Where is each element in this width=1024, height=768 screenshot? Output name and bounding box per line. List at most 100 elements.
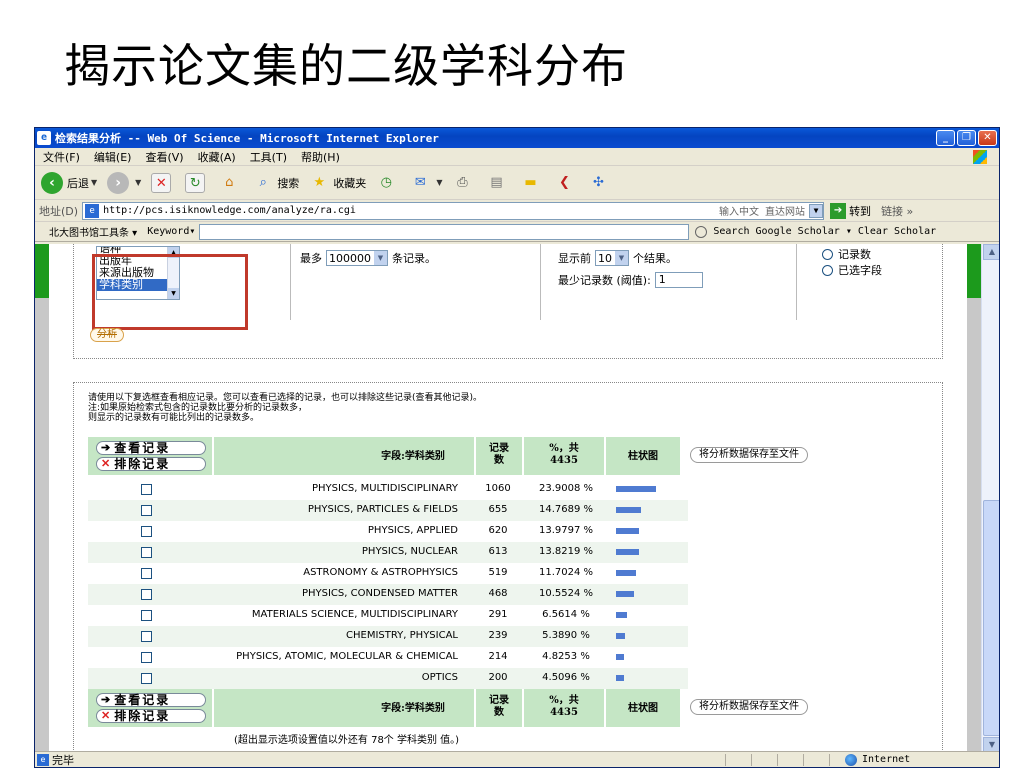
scroll-up-icon[interactable]: ▲ (983, 244, 999, 260)
highlight-box (92, 254, 248, 330)
row-checkbox[interactable] (141, 568, 152, 579)
slide-title: 揭示论文集的二级学科分布 (64, 39, 628, 93)
histogram-bar (616, 570, 636, 576)
row-checkbox[interactable] (141, 631, 152, 642)
exclude-records-button[interactable]: ✕ 排除记录 (96, 709, 206, 723)
menu-view[interactable]: 查看(V) (145, 149, 183, 165)
vertical-scrollbar[interactable]: ▲ ▼ (981, 244, 999, 753)
folder-button[interactable]: ▬ (520, 173, 544, 193)
row-checkbox[interactable] (141, 484, 152, 495)
save-analysis-button[interactable]: 将分析数据保存至文件 (690, 699, 808, 715)
printer-icon: ⎙ (457, 174, 468, 190)
field-column-header: 字段:学科类别 (381, 703, 445, 714)
pct-column-header: %，共 4435 (524, 695, 604, 719)
row-checkbox[interactable] (141, 505, 152, 516)
radio-selected-label: 已选字段 (838, 264, 882, 277)
pct-cell: 5.3890 % (542, 630, 590, 641)
show-top-select[interactable]: 10 ▼ (595, 250, 629, 266)
refresh-button[interactable]: ↻ (185, 172, 209, 193)
google-scholar-search[interactable]: Search Google Scholar ▾ Clear Scholar (695, 225, 937, 238)
count-cell: 655 (488, 504, 508, 515)
library-toolbar: 北大图书馆工具条 ▾ Keyword▾ Search Google Schola… (35, 222, 999, 242)
exclude-records-label: 排除记录 (114, 709, 171, 723)
row-checkbox[interactable] (141, 652, 152, 663)
links-button[interactable]: 链接 » (881, 203, 913, 219)
stop-button[interactable]: ✕ (151, 172, 175, 193)
menu-edit[interactable]: 编辑(E) (94, 149, 132, 165)
chevron-down-icon[interactable]: ▼ (809, 203, 824, 218)
menu-favorites[interactable]: 收藏(A) (198, 149, 236, 165)
back-button[interactable]: ‹ 后退 ▼ (41, 171, 98, 194)
address-input[interactable]: e http://pcs.isiknowledge.com/analyze/ra… (82, 201, 825, 220)
edit-button[interactable]: ▤ (486, 173, 510, 193)
address-label: 地址(D) (39, 204, 79, 218)
address-hint: 输入中文 直达网站 (719, 207, 806, 218)
minimize-button[interactable]: _ (936, 130, 955, 146)
count-header-line: 记录 (489, 695, 509, 706)
maximize-button[interactable]: ❐ (957, 130, 976, 146)
chevron-down-icon: ▼ (91, 178, 98, 187)
library-toolbar-label[interactable]: 北大图书馆工具条 ▾ (49, 224, 137, 239)
min-count-input[interactable]: 1 (654, 272, 703, 288)
count-cell: 214 (488, 651, 508, 662)
row-checkbox[interactable] (141, 589, 152, 600)
field-cell: OPTICS (421, 672, 458, 683)
row-checkbox[interactable] (141, 547, 152, 558)
overflow-note: (超出显示选项设置值以外还有 78个 学科类别 值。) (234, 735, 460, 746)
print-button[interactable]: ⎙ (452, 173, 476, 193)
tools-button[interactable]: ✣ (588, 173, 612, 193)
menu-tools[interactable]: 工具(T) (250, 149, 287, 165)
count-column-header: 记录 数 (476, 695, 522, 719)
menu-help[interactable]: 帮助(H) (301, 149, 340, 165)
home-button[interactable]: ⌂ (219, 173, 243, 193)
histogram-bar (616, 654, 624, 660)
pct-cell: 23.9008 % (538, 483, 594, 494)
save-analysis-button[interactable]: 将分析数据保存至文件 (690, 447, 808, 463)
radio-records[interactable]: 记录数 (822, 246, 871, 262)
table-footer-header: ➔ 查看记录 ✕ 排除记录 字段:学科类别 记录 数 %，共 4435 柱状图 … (88, 689, 868, 727)
count-cell: 1060 (485, 483, 511, 494)
chevron-down-icon: ▼ (436, 178, 443, 187)
show-suffix: 个结果。 (633, 252, 677, 265)
divider (725, 754, 726, 766)
radio-button[interactable] (822, 264, 833, 276)
row-checkbox[interactable] (141, 673, 152, 684)
radio-button[interactable] (822, 248, 833, 260)
analyze-button[interactable]: 分析 (90, 328, 124, 342)
forward-button[interactable]: › ▼ (107, 171, 142, 194)
favorites-button[interactable]: ★ 收藏夹 (309, 173, 366, 193)
view-records-button[interactable]: ➔ 查看记录 (96, 693, 206, 707)
messenger-button[interactable]: ❮ (554, 173, 578, 193)
count-cell: 620 (488, 525, 508, 536)
results-panel: 请使用以下复选框查看相应记录。您可以查看已选择的记录，也可以排除这些记录(查看其… (73, 382, 943, 753)
close-icon: ✕ (101, 709, 111, 722)
go-button[interactable]: ➔ 转到 (830, 202, 871, 219)
view-records-button[interactable]: ➔ 查看记录 (96, 441, 206, 455)
radio-selected-field[interactable]: 已选字段 (822, 262, 882, 278)
max-records-select[interactable]: 100000 ▼ (326, 250, 388, 266)
show-top-setting: 显示前 10 ▼ 个结果。 (558, 250, 677, 266)
search-button[interactable]: ⌕ 搜索 (253, 173, 300, 193)
table-row: PHYSICS, NUCLEAR 613 13.8219 % (88, 542, 688, 563)
search-icon (695, 225, 708, 238)
mail-button[interactable]: ✉ ▼ (410, 173, 443, 193)
keyword-label[interactable]: Keyword▾ (147, 226, 195, 237)
show-top-value: 10 (598, 251, 612, 265)
menu-file[interactable]: 文件(F) (43, 149, 80, 165)
count-cell: 468 (488, 588, 508, 599)
chevron-down-icon: ▼ (135, 178, 142, 187)
divider (290, 244, 291, 320)
address-url: http://pcs.isiknowledge.com/analyze/ra.c… (103, 205, 356, 216)
history-button[interactable]: ◷ (376, 173, 400, 193)
google-scholar-label: Search Google Scholar ▾ Clear Scholar (713, 226, 937, 237)
max-suffix: 条记录。 (392, 252, 436, 265)
row-checkbox[interactable] (141, 526, 152, 537)
star-icon: ★ (313, 174, 326, 190)
keyword-input[interactable] (199, 223, 690, 240)
bar-column-header: 柱状图 (628, 703, 658, 714)
scrollbar-thumb[interactable] (983, 500, 999, 736)
close-button[interactable]: ✕ (978, 130, 997, 146)
table-row: PHYSICS, CONDENSED MATTER 468 10.5524 % (88, 584, 688, 605)
row-checkbox[interactable] (141, 610, 152, 621)
exclude-records-button[interactable]: ✕ 排除记录 (96, 457, 206, 471)
